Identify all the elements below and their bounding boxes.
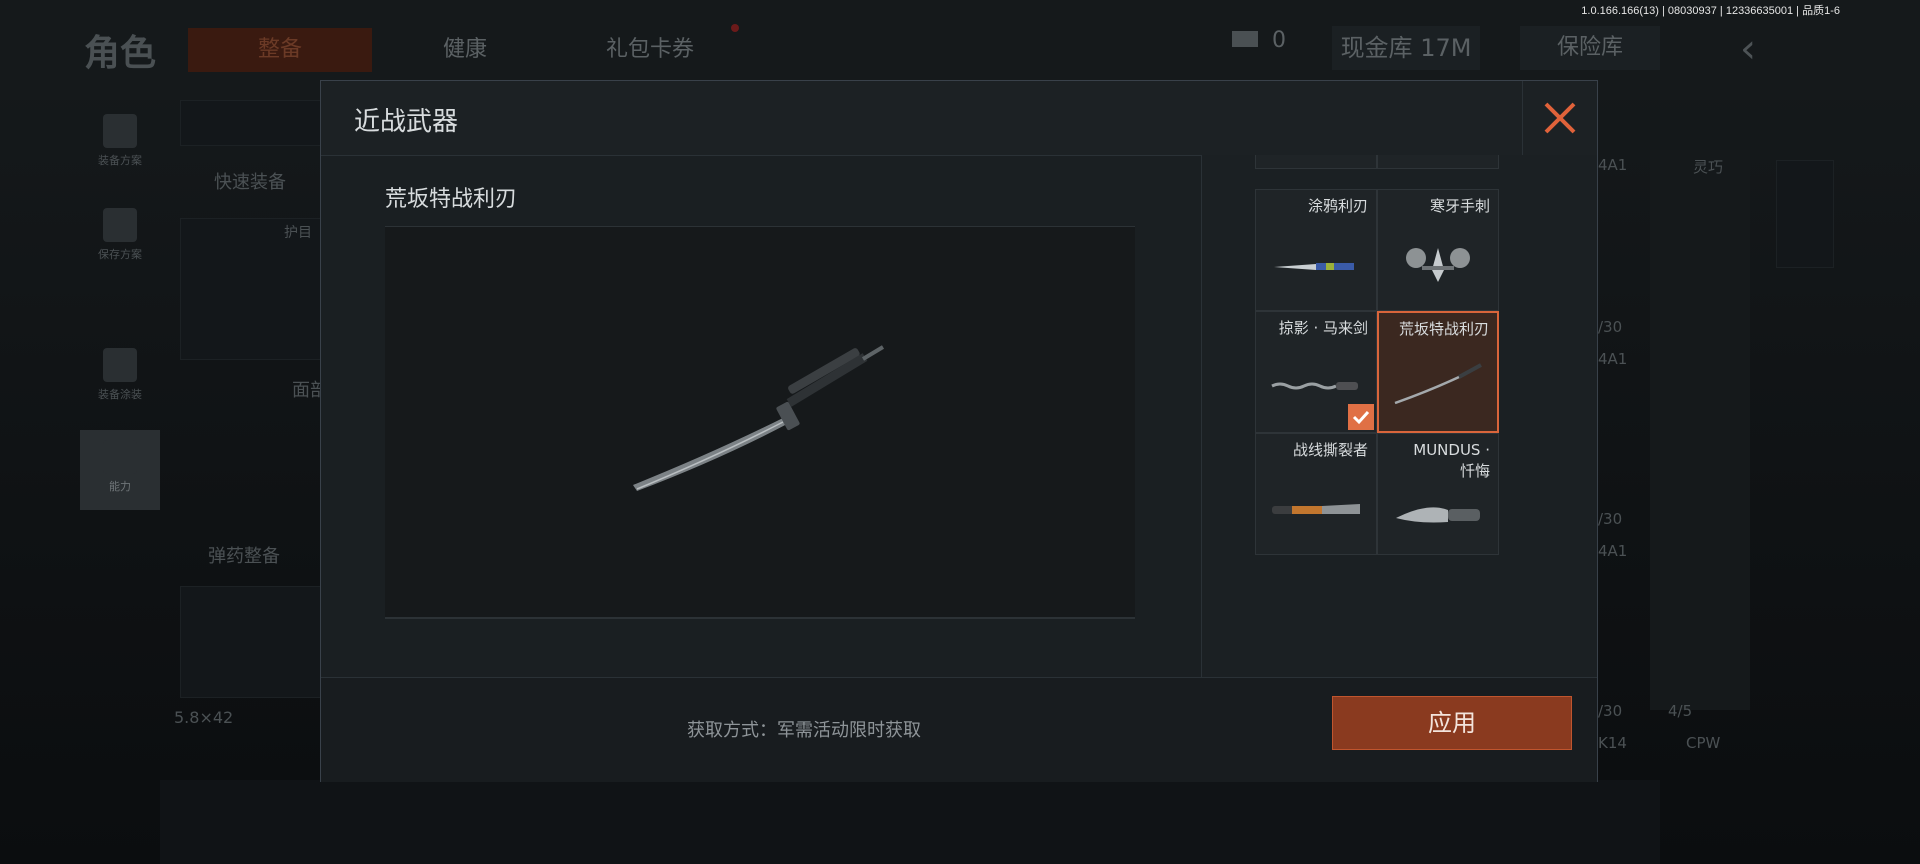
weapon-card-label: 荒坂特战利刃 — [1398, 320, 1489, 338]
combat-knife-image — [1396, 507, 1480, 523]
weapon-label: 4A1 — [1598, 542, 1628, 560]
back-icon[interactable]: ‹ — [1740, 26, 1756, 72]
weapon-column — [1650, 150, 1750, 710]
skin-icon — [103, 348, 137, 382]
melee-weapon-modal: 近战武器 荒坂特战利刃 涂鸦利刃 寒牙手刺 掠影 · 马来剑 荒坂特战利刃 战线… — [320, 80, 1598, 782]
side-item-save[interactable]: 保存方案 — [80, 198, 160, 278]
weapon-label: 灵巧 — [1693, 158, 1724, 176]
selected-weapon-name: 荒坂特战利刃 — [385, 187, 518, 212]
blade-image — [1272, 504, 1360, 514]
ammo-count: /30 — [1598, 510, 1623, 528]
tab-gift-cards[interactable]: 礼包卡券 — [580, 28, 720, 72]
notification-dot — [731, 24, 739, 32]
ammo-count: /30 — [1598, 318, 1623, 336]
weapon-card-cold-fang[interactable]: 寒牙手刺 — [1377, 189, 1499, 311]
version-text: 1.0.166.166(13) | 08030937 | 12336635001… — [1581, 5, 1840, 17]
coin-counter: 0 — [1232, 28, 1286, 53]
modal-footer: 获取方式：军需活动限时获取 应用 — [321, 677, 1597, 782]
ability-icon — [103, 440, 137, 474]
ticket-icon — [1232, 31, 1258, 47]
check-icon — [1352, 410, 1370, 425]
modal-title: 近战武器 — [354, 107, 459, 137]
close-icon — [1544, 102, 1576, 134]
weapon-card-kris[interactable]: 掠影 · 马来剑 — [1255, 311, 1377, 433]
tab-prepare[interactable]: 整备 — [188, 28, 372, 72]
katana-image — [633, 345, 885, 491]
weapon-card-label: 掠影 · 马来剑 — [1278, 319, 1368, 337]
ammo-equip-button[interactable]: 弹药整备 — [208, 542, 280, 568]
side-item-ability[interactable]: 能力 — [80, 430, 160, 510]
knife-image — [1274, 263, 1354, 270]
download-icon — [103, 208, 137, 242]
vault-button[interactable]: 保险库 — [1520, 26, 1660, 70]
acquire-method-text: 获取方式：军需活动限时获取 — [687, 720, 921, 741]
vest-icon — [103, 114, 137, 148]
right-side-slot[interactable] — [1776, 160, 1834, 268]
weapon-card-mundus-repentance[interactable]: MUNDUS · 忏悔 — [1377, 433, 1499, 555]
page-title: 角色 — [84, 33, 157, 74]
close-button[interactable] — [1522, 81, 1597, 155]
weapon-card-graffiti-blade[interactable]: 涂鸦利刃 — [1255, 189, 1377, 311]
weapon-label: 4A1 — [1598, 156, 1628, 174]
weapon-card-partial[interactable] — [1255, 155, 1377, 169]
tab-health[interactable]: 健康 — [410, 28, 520, 72]
bottom-strip — [160, 780, 1660, 864]
weapon-label: CPW — [1686, 734, 1721, 752]
weapon-card-partial[interactable] — [1377, 155, 1499, 169]
weapon-card-label: 战线撕裂者 — [1292, 441, 1368, 459]
weapon-card-label: 寒牙手刺 — [1429, 197, 1490, 215]
bg-header-strip — [180, 100, 322, 146]
weapon-card-frontline-ripper[interactable]: 战线撕裂者 — [1255, 433, 1377, 555]
ammo-count: /30 — [1598, 702, 1623, 720]
katana-image — [1394, 363, 1482, 405]
side-item-loadout[interactable]: 装备方案 — [80, 104, 160, 184]
weapon-card-arasaka-blade[interactable]: 荒坂特战利刃 — [1377, 311, 1499, 433]
ammo-slot[interactable] — [180, 586, 322, 698]
ammo-caliber: 5.8×42 — [174, 708, 234, 727]
weapon-label: 4A1 — [1598, 350, 1628, 368]
weapon-list[interactable]: 涂鸦利刃 寒牙手刺 掠影 · 马来剑 荒坂特战利刃 战线撕裂者 MUNDUS ·… — [1202, 155, 1597, 755]
apply-button[interactable]: 应用 — [1332, 696, 1572, 750]
quick-equip-button[interactable]: 快速装备 — [214, 168, 286, 194]
equipped-check — [1348, 404, 1374, 430]
weapon-preview[interactable] — [385, 226, 1135, 619]
weapon-card-label: MUNDUS · 忏悔 — [1413, 441, 1490, 480]
modal-header: 近战武器 — [321, 81, 1597, 156]
ammo-count: 4/5 — [1668, 702, 1693, 720]
claw-image — [1406, 248, 1470, 282]
helmet-label: 护目 — [284, 225, 312, 241]
cash-vault-button[interactable]: 现金库 17M — [1332, 26, 1480, 70]
weapon-card-label: 涂鸦利刃 — [1307, 197, 1368, 215]
side-item-skin[interactable]: 装备涂装 — [80, 338, 160, 418]
weapon-label: K14 — [1598, 734, 1627, 752]
